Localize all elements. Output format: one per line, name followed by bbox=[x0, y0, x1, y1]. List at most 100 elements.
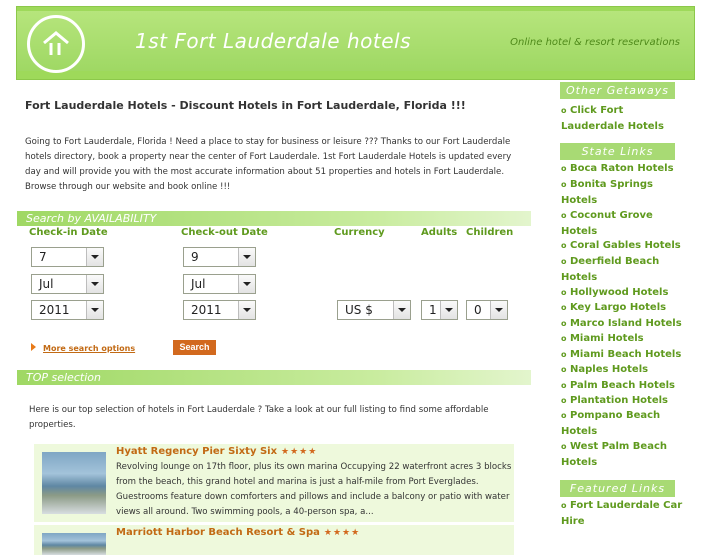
sidebar-link-deerfield-beach[interactable]: o Deerfield Beach Hotels bbox=[561, 254, 686, 285]
sidebar-link-label: Miami Hotels bbox=[569, 333, 644, 344]
checkout-label: Check-out Date bbox=[181, 227, 268, 238]
sidebar-link-label: Marco Island Hotels bbox=[569, 318, 682, 329]
checkout-day-value: 9 bbox=[191, 250, 199, 264]
checkout-year-value: 2011 bbox=[191, 303, 222, 317]
hotel-name: Marriott Harbor Beach Resort & Spa bbox=[116, 527, 320, 538]
children-select[interactable]: 0 bbox=[466, 300, 508, 320]
checkin-day-select[interactable]: 7 bbox=[31, 247, 104, 267]
currency-select[interactable]: US $ bbox=[337, 300, 411, 320]
hotel-card: Marriott Harbor Beach Resort & Spa ★★★★ bbox=[34, 525, 514, 555]
currency-label: Currency bbox=[334, 227, 385, 238]
hotel-name-link[interactable]: Marriott Harbor Beach Resort & Spa ★★★★ bbox=[116, 527, 360, 538]
sidebar-link-label: Boca Raton Hotels bbox=[569, 163, 674, 174]
bullet-icon: o bbox=[561, 396, 567, 405]
sidebar-link-label: Miami Beach Hotels bbox=[569, 349, 682, 360]
hotel-card: Hyatt Regency Pier Sixty Six ★★★★ Revolvi… bbox=[34, 444, 514, 522]
sidebar-link-hollywood[interactable]: o Hollywood Hotels bbox=[561, 285, 686, 301]
sidebar-link-palm-beach[interactable]: o Palm Beach Hotels bbox=[561, 378, 686, 394]
sidebar-link-car-hire[interactable]: o Fort Lauderdale Car Hire bbox=[561, 498, 686, 529]
bullet-icon: o bbox=[561, 288, 567, 297]
adults-value: 1 bbox=[429, 303, 437, 317]
sidebar-link-click-fort-lauderdale-hotels[interactable]: o Click Fort Lauderdale Hotels bbox=[561, 103, 686, 134]
more-search-options-link[interactable]: More search options bbox=[43, 344, 135, 353]
chevron-down-icon bbox=[238, 248, 255, 266]
sidebar-link-label: Naples Hotels bbox=[569, 364, 649, 375]
bullet-icon: o bbox=[561, 365, 567, 374]
featured-links-header: Featured Links bbox=[560, 480, 675, 497]
hotel-photo[interactable] bbox=[42, 452, 106, 514]
star-rating-icon: ★★★★ bbox=[323, 528, 361, 538]
sidebar-link-label: Click Fort Lauderdale Hotels bbox=[561, 105, 664, 132]
sidebar-link-pompano-beach[interactable]: o Pompano Beach Hotels bbox=[561, 408, 686, 439]
checkin-day-value: 7 bbox=[39, 250, 47, 264]
children-value: 0 bbox=[474, 303, 482, 317]
house-logo-icon[interactable] bbox=[27, 15, 85, 73]
bullet-icon: o bbox=[561, 501, 567, 510]
sidebar-link-boca-raton[interactable]: o Boca Raton Hotels bbox=[561, 161, 686, 177]
sidebar-link-label: Deerfield Beach Hotels bbox=[561, 256, 660, 283]
sidebar-link-label: Bonita Springs Hotels bbox=[561, 179, 653, 206]
sidebar-link-west-palm-beach[interactable]: o West Palm Beach Hotels bbox=[561, 439, 686, 470]
top-selection-header: TOP selection bbox=[17, 370, 531, 385]
sidebar-link-plantation[interactable]: o Plantation Hotels bbox=[561, 393, 686, 409]
sidebar-link-label: West Palm Beach Hotels bbox=[561, 441, 667, 468]
checkout-year-select[interactable]: 2011 bbox=[183, 300, 256, 320]
children-label: Children bbox=[466, 227, 514, 238]
checkin-label: Check-in Date bbox=[29, 227, 108, 238]
sidebar-link-coconut-grove[interactable]: o Coconut Grove Hotels bbox=[561, 208, 686, 239]
sidebar-link-bonita-springs[interactable]: o Bonita Springs Hotels bbox=[561, 177, 686, 208]
bullet-icon: o bbox=[561, 211, 567, 220]
sidebar-link-label: Hollywood Hotels bbox=[569, 287, 669, 298]
checkout-month-value: Jul bbox=[191, 277, 206, 291]
sidebar-link-marco-island[interactable]: o Marco Island Hotels bbox=[561, 316, 686, 332]
checkin-month-value: Jul bbox=[39, 277, 54, 291]
chevron-down-icon bbox=[440, 301, 457, 319]
site-title[interactable]: 1st Fort Lauderdale hotels bbox=[135, 29, 411, 53]
other-getaways-header: Other Getaways bbox=[560, 82, 675, 99]
checkout-day-select[interactable]: 9 bbox=[183, 247, 256, 267]
bullet-icon: o bbox=[561, 257, 567, 266]
bullet-icon: o bbox=[561, 350, 567, 359]
checkin-year-value: 2011 bbox=[39, 303, 70, 317]
hotel-photo[interactable] bbox=[42, 533, 106, 555]
sidebar-link-coral-gables[interactable]: o Coral Gables Hotels bbox=[561, 238, 686, 254]
checkout-month-select[interactable]: Jul bbox=[183, 274, 256, 294]
star-rating-icon: ★★★★ bbox=[281, 447, 318, 457]
sidebar-link-label: Coconut Grove Hotels bbox=[561, 210, 653, 237]
bullet-icon: o bbox=[561, 334, 567, 343]
sidebar-link-miami[interactable]: o Miami Hotels bbox=[561, 331, 686, 347]
bullet-icon: o bbox=[561, 303, 567, 312]
checkin-year-select[interactable]: 2011 bbox=[31, 300, 104, 320]
page-title: Fort Lauderdale Hotels - Discount Hotels… bbox=[25, 99, 466, 112]
top-selection-intro: Here is our top selection of hotels in F… bbox=[29, 405, 489, 430]
bullet-icon: o bbox=[561, 319, 567, 328]
adults-label: Adults bbox=[421, 227, 458, 238]
state-links-header: State Links bbox=[560, 143, 675, 160]
checkin-month-select[interactable]: Jul bbox=[31, 274, 104, 294]
chevron-down-icon bbox=[86, 248, 103, 266]
sidebar-link-label: Plantation Hotels bbox=[569, 395, 668, 406]
house-icon bbox=[43, 31, 69, 55]
bullet-icon: o bbox=[561, 411, 567, 420]
sidebar-link-naples[interactable]: o Naples Hotels bbox=[561, 362, 686, 378]
chevron-down-icon bbox=[393, 301, 410, 319]
chevron-down-icon bbox=[238, 301, 255, 319]
search-section-header: Search by AVAILABILITY bbox=[17, 211, 531, 226]
chevron-down-icon bbox=[238, 275, 255, 293]
bullet-icon: o bbox=[561, 442, 567, 451]
search-button[interactable]: Search bbox=[173, 340, 216, 355]
bullet-icon: o bbox=[561, 106, 567, 115]
sidebar-link-key-largo[interactable]: o Key Largo Hotels bbox=[561, 300, 686, 316]
sidebar-link-label: Key Largo Hotels bbox=[569, 302, 667, 313]
arrow-right-icon bbox=[31, 343, 36, 351]
site-header: 1st Fort Lauderdale hotels Online hotel … bbox=[16, 6, 695, 80]
chevron-down-icon bbox=[86, 301, 103, 319]
sidebar-link-miami-beach[interactable]: o Miami Beach Hotels bbox=[561, 347, 686, 363]
hotel-description: Revolving lounge on 17th floor, plus its… bbox=[116, 462, 512, 517]
bullet-icon: o bbox=[561, 180, 567, 189]
chevron-down-icon bbox=[86, 275, 103, 293]
adults-select[interactable]: 1 bbox=[421, 300, 458, 320]
currency-value: US $ bbox=[345, 303, 373, 317]
hotel-name-link[interactable]: Hyatt Regency Pier Sixty Six ★★★★ bbox=[116, 446, 317, 457]
sidebar-link-label: Pompano Beach Hotels bbox=[561, 410, 661, 437]
